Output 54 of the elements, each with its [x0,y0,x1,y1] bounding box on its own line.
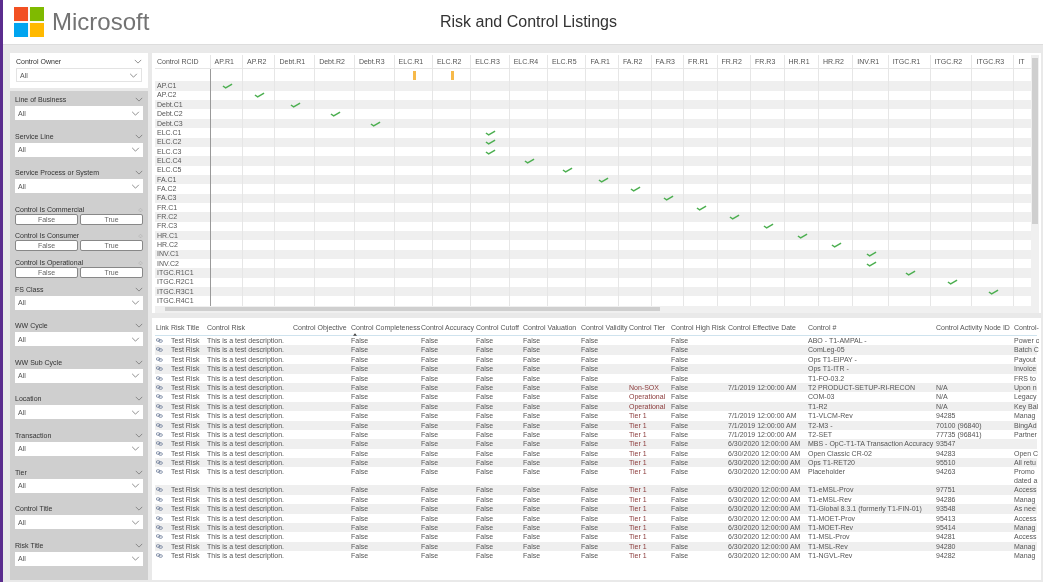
link-icon[interactable] [156,469,163,475]
link-icon[interactable] [156,431,163,437]
link-icon[interactable] [156,375,163,381]
link-icon[interactable] [156,347,163,353]
link-icon[interactable] [156,506,163,512]
check-icon [485,148,497,155]
link-icon[interactable] [156,356,163,362]
check-icon [904,270,916,276]
check-icon [290,101,302,108]
report-title: Risk and Control Listings [440,13,617,31]
link-icon[interactable] [156,422,163,428]
link-icon[interactable] [156,441,163,447]
link-icon[interactable] [156,460,163,466]
check-icon [946,279,958,286]
check-icon [988,288,1000,295]
check-icon [831,241,843,248]
check-icon [330,111,341,118]
link-icon[interactable] [156,487,163,493]
link-icon[interactable] [156,384,163,390]
warning-icon [451,70,455,80]
link-icon[interactable] [156,543,163,549]
link-icon[interactable] [156,338,163,343]
check-icon [369,120,381,127]
link-icon[interactable] [156,450,163,456]
link-icon[interactable] [156,413,163,419]
link-icon[interactable] [156,525,163,531]
check-icon [221,83,233,90]
check-icon [597,176,609,183]
sort-icon[interactable] [353,333,357,336]
link-icon[interactable] [156,403,163,409]
link-icon[interactable] [156,394,163,400]
check-icon [695,204,707,211]
link-icon[interactable] [156,553,163,559]
check-icon [762,223,774,230]
check-icon [729,213,741,220]
check-icon [630,185,642,192]
check-icon [662,195,674,202]
link-icon[interactable] [156,515,163,521]
brand-name: Microsoft [52,8,150,36]
link-icon[interactable] [156,366,163,372]
check-icon [485,129,497,136]
check-icon [562,167,574,174]
link-icon[interactable] [156,534,163,540]
microsoft-logo-icon [14,7,44,37]
check-icon [796,232,808,239]
check-icon [523,157,535,164]
warning-icon [412,70,416,80]
check-icon [485,139,497,146]
link-icon[interactable] [156,496,163,502]
check-icon [865,251,877,258]
scrollbar[interactable] [155,306,1039,313]
scrollbar[interactable] [1031,55,1039,306]
check-icon [865,260,877,267]
check-icon [254,92,266,99]
